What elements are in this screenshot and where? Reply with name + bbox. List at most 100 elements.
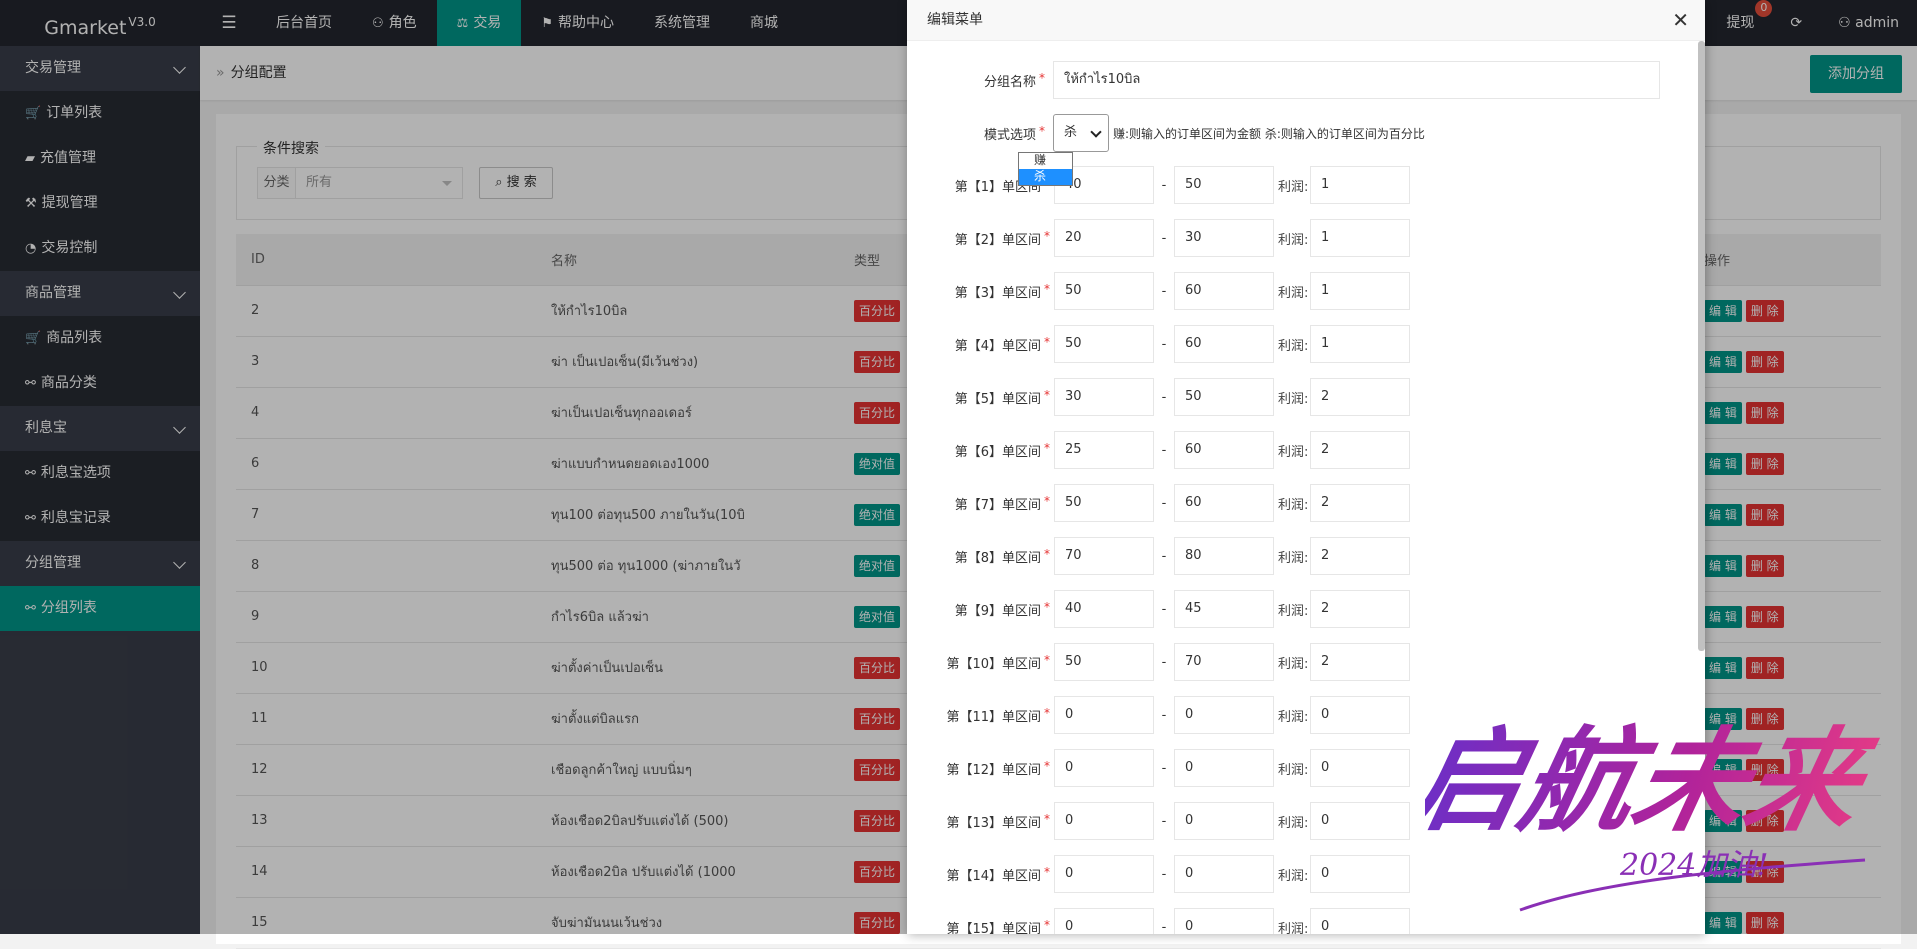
profit-input[interactable]: 2 <box>1310 643 1410 681</box>
range-to-input[interactable]: 60 <box>1174 272 1274 310</box>
profit-label: 利润: <box>1278 179 1309 195</box>
range-to-input[interactable]: 0 <box>1174 802 1274 840</box>
range-to-input[interactable]: 70 <box>1174 643 1274 681</box>
range-from-input[interactable]: 0 <box>1054 855 1154 893</box>
group-name-input[interactable]: ให้กำไร10บิล <box>1053 61 1660 99</box>
range-index: 第【4】 <box>954 338 1002 354</box>
required-mark: * <box>1044 917 1050 932</box>
profit-label: 利润: <box>1278 497 1309 513</box>
range-row: 第【2】单区间 * 20-30 利润: 1 <box>907 219 1410 257</box>
profit-input[interactable]: 0 <box>1310 749 1410 787</box>
range-index: 第【2】 <box>954 232 1002 248</box>
profit-input[interactable]: 2 <box>1310 537 1410 575</box>
range-row: 第【14】单区间 * 0-0 利润: 0 <box>907 855 1410 893</box>
close-icon[interactable]: ✕ <box>1672 0 1689 40</box>
profit-input[interactable]: 1 <box>1310 272 1410 310</box>
profit-input[interactable]: 2 <box>1310 431 1410 469</box>
range-to-input[interactable]: 45 <box>1174 590 1274 628</box>
range-label: 第【13】单区间 * <box>907 812 1050 831</box>
range-to-input[interactable]: 60 <box>1174 431 1274 469</box>
required-mark: * <box>1044 599 1050 614</box>
range-index: 第【13】 <box>946 815 1002 831</box>
mode-option[interactable]: 杀 <box>1019 169 1072 185</box>
profit-label: 利润: <box>1278 285 1309 301</box>
range-row: 第【5】单区间 * 30-50 利润: 2 <box>907 378 1410 416</box>
range-label: 第【9】单区间 * <box>907 600 1050 619</box>
profit-input[interactable]: 1 <box>1310 325 1410 363</box>
profit-input[interactable]: 2 <box>1310 378 1410 416</box>
range-label: 第【7】单区间 * <box>907 494 1050 513</box>
required-mark: * <box>1044 758 1050 773</box>
range-to-input[interactable]: 0 <box>1174 749 1274 787</box>
range-row: 第【9】单区间 * 40-45 利润: 2 <box>907 590 1410 628</box>
range-from-input[interactable]: 0 <box>1054 696 1154 734</box>
profit-label: 利润: <box>1278 232 1309 248</box>
mode-option[interactable]: 赚 <box>1019 153 1072 169</box>
range-dash: - <box>1161 336 1167 352</box>
profit-input[interactable]: 1 <box>1310 166 1410 204</box>
range-from-input[interactable]: 70 <box>1054 537 1154 575</box>
range-from-input[interactable]: 30 <box>1054 378 1154 416</box>
range-from-input[interactable]: 20 <box>1054 219 1154 257</box>
range-from-input[interactable]: 50 <box>1054 325 1154 363</box>
mode-label: 模式选项 * <box>983 123 1045 143</box>
required-mark: * <box>1044 652 1050 667</box>
range-suffix: 单区间 <box>1001 603 1041 619</box>
profit-label: 利润: <box>1278 709 1309 725</box>
range-dash: - <box>1161 919 1167 935</box>
range-to-input[interactable]: 0 <box>1174 855 1274 893</box>
mode-select[interactable]: 杀 <box>1053 114 1109 152</box>
range-index: 第【9】 <box>954 603 1002 619</box>
mode-hint: 赚:则输入的订单区间为金额 杀:则输入的订单区间为百分比 <box>1113 126 1425 141</box>
range-to-input[interactable]: 60 <box>1174 325 1274 363</box>
range-dash: - <box>1161 177 1167 193</box>
range-dash: - <box>1161 654 1167 670</box>
range-label: 第【6】单区间 * <box>907 441 1050 460</box>
range-dash: - <box>1161 548 1167 564</box>
range-suffix: 单区间 <box>1001 497 1041 513</box>
range-suffix: 单区间 <box>1001 444 1041 460</box>
required-mark: * <box>1044 546 1050 561</box>
mode-dropdown-list: 赚杀 <box>1018 152 1073 186</box>
range-from-input[interactable]: 0 <box>1054 802 1154 840</box>
profit-input[interactable]: 2 <box>1310 484 1410 522</box>
profit-input[interactable]: 0 <box>1310 855 1410 893</box>
profit-label: 利润: <box>1278 603 1309 619</box>
range-from-input[interactable]: 50 <box>1054 643 1154 681</box>
range-from-input[interactable]: 50 <box>1054 484 1154 522</box>
range-label: 第【4】单区间 * <box>907 335 1050 354</box>
range-from-input[interactable]: 25 <box>1054 431 1154 469</box>
range-row: 第【8】单区间 * 70-80 利润: 2 <box>907 537 1410 575</box>
range-suffix: 单区间 <box>1001 550 1041 566</box>
profit-input[interactable]: 1 <box>1310 219 1410 257</box>
required-mark: * <box>1044 493 1050 508</box>
range-label: 第【12】单区间 * <box>907 759 1050 778</box>
range-dash: - <box>1161 495 1167 511</box>
profit-input[interactable]: 0 <box>1310 802 1410 840</box>
range-to-input[interactable]: 0 <box>1174 908 1274 934</box>
range-to-input[interactable]: 50 <box>1174 378 1274 416</box>
range-from-input[interactable]: 40 <box>1054 590 1154 628</box>
range-to-input[interactable]: 80 <box>1174 537 1274 575</box>
profit-input[interactable]: 0 <box>1310 908 1410 934</box>
range-to-input[interactable]: 50 <box>1174 166 1274 204</box>
range-index: 第【7】 <box>954 497 1002 513</box>
range-label: 第【2】单区间 * <box>907 229 1050 248</box>
range-suffix: 单区间 <box>1001 338 1041 354</box>
range-row: 第【1】单区间*40-50利润:1 <box>907 166 1410 204</box>
modal-title-bar: 编辑菜单 ✕ <box>907 0 1705 41</box>
profit-input[interactable]: 0 <box>1310 696 1410 734</box>
modal-scrollbar[interactable] <box>1698 41 1705 651</box>
range-to-input[interactable]: 30 <box>1174 219 1274 257</box>
range-from-input[interactable]: 0 <box>1054 908 1154 934</box>
range-row: 第【3】单区间 * 50-60 利润: 1 <box>907 272 1410 310</box>
range-to-input[interactable]: 0 <box>1174 696 1274 734</box>
range-index: 第【10】 <box>946 656 1002 672</box>
profit-input[interactable]: 2 <box>1310 590 1410 628</box>
range-from-input[interactable]: 0 <box>1054 749 1154 787</box>
range-dash: - <box>1161 601 1167 617</box>
range-from-input[interactable]: 50 <box>1054 272 1154 310</box>
range-label: 第【11】单区间 * <box>907 706 1050 725</box>
range-index: 第【14】 <box>946 868 1002 884</box>
range-to-input[interactable]: 60 <box>1174 484 1274 522</box>
